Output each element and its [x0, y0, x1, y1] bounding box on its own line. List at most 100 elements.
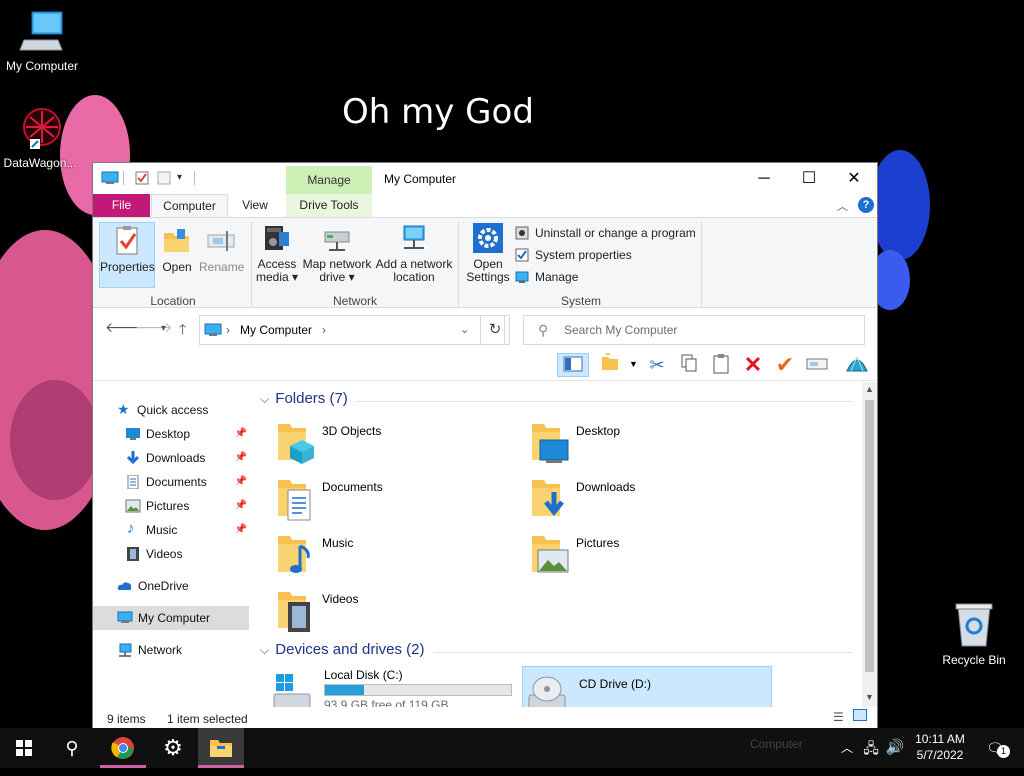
group-header-devices[interactable]: ⌵ Devices and drives (2): [260, 641, 856, 658]
access-media-button[interactable]: Access media ▾: [255, 222, 299, 284]
folder-3d-objects[interactable]: 3D Objects: [276, 420, 516, 472]
search-input[interactable]: ⚲ Search My Computer: [523, 315, 865, 345]
cut-button[interactable]: ✂: [645, 353, 669, 377]
nav-network[interactable]: Network: [93, 638, 249, 662]
open-settings-button[interactable]: Open Settings: [463, 222, 513, 284]
nav-label: Videos: [146, 547, 183, 561]
properties-button[interactable]: Properties: [99, 222, 155, 288]
nav-videos[interactable]: Videos: [93, 542, 249, 566]
new-item-button[interactable]: [598, 352, 622, 377]
new-item-dropdown-icon[interactable]: ▼: [629, 359, 638, 369]
scroll-down-icon[interactable]: ▼: [865, 692, 874, 702]
nav-pictures[interactable]: Pictures 📌: [93, 494, 249, 518]
folder-pictures[interactable]: Pictures: [530, 532, 770, 584]
clock-time: 10:11 AM: [915, 732, 965, 746]
add-network-location-button[interactable]: Add a network location: [375, 222, 453, 284]
network-tray-icon[interactable]: 🖧: [860, 728, 882, 768]
forward-button[interactable]: 🡒: [135, 319, 173, 336]
rename-toolbar-button[interactable]: [805, 353, 829, 377]
open-button[interactable]: Open: [159, 222, 195, 274]
minimize-button[interactable]: ─: [741, 163, 787, 194]
qat-customize-icon[interactable]: ▾: [177, 171, 191, 185]
pin-icon[interactable]: 📌: [235, 470, 247, 494]
vertical-scrollbar[interactable]: ▲ ▼: [862, 382, 877, 707]
status-bar: 9 items 1 item selected ☰: [93, 707, 877, 728]
nav-music[interactable]: ♪ Music 📌: [93, 518, 249, 542]
computer-icon: [101, 171, 119, 184]
pin-icon[interactable]: 📌: [235, 518, 247, 542]
desktop-icon-datawagon[interactable]: DataWagon...: [0, 105, 82, 170]
open-settings-label-2: Settings: [466, 270, 510, 284]
action-center-button[interactable]: 🗨 1: [980, 728, 1010, 768]
folder-music[interactable]: Music: [276, 532, 516, 584]
delete-button[interactable]: ✕: [741, 353, 765, 377]
rename-button[interactable]: Rename: [199, 222, 244, 274]
new-folder-icon[interactable]: [157, 171, 171, 185]
folder-downloads[interactable]: Downloads: [530, 476, 770, 528]
open-folder-icon: [164, 229, 189, 252]
scroll-up-icon[interactable]: ▲: [865, 384, 874, 394]
breadcrumb-my-computer[interactable]: My Computer: [240, 323, 312, 337]
wallpaper-pink-shape-3: [10, 380, 100, 500]
help-icon[interactable]: ?: [858, 197, 874, 213]
search-button[interactable]: ⚲: [48, 728, 96, 768]
group-label-system: System: [560, 294, 601, 308]
drive-label: Local Disk (C:): [324, 668, 403, 682]
folder-desktop[interactable]: Desktop: [530, 420, 770, 472]
start-button[interactable]: [0, 728, 48, 768]
preview-pane-button[interactable]: [557, 353, 589, 377]
desktop-icon-recycle-bin[interactable]: Recycle Bin: [932, 602, 1016, 667]
map-network-drive-button[interactable]: Map network drive ▾: [301, 222, 373, 284]
tab-view[interactable]: View: [230, 194, 280, 217]
group-divider: [434, 652, 852, 653]
folder-documents[interactable]: Documents: [276, 476, 516, 528]
nav-downloads[interactable]: Downloads 📌: [93, 446, 249, 470]
folder-downloads-icon: [532, 480, 564, 517]
system-properties-button[interactable]: System properties: [515, 245, 632, 265]
paste-button[interactable]: [709, 353, 733, 377]
collapse-ribbon-icon[interactable]: ︿: [837, 198, 848, 214]
nav-documents[interactable]: Documents 📌: [93, 470, 249, 494]
close-button[interactable]: ✕: [831, 163, 877, 194]
nav-onedrive[interactable]: OneDrive: [93, 574, 249, 598]
uninstall-program-button[interactable]: Uninstall or change a program: [515, 223, 696, 243]
drive-cd-d[interactable]: CD Drive (D:): [522, 666, 772, 707]
address-bar[interactable]: › My Computer › ⌄: [199, 315, 505, 345]
context-tab-manage[interactable]: Manage: [286, 166, 372, 194]
pin-icon[interactable]: 📌: [235, 422, 247, 446]
shell-icon-button[interactable]: [845, 353, 869, 377]
scroll-thumb[interactable]: [865, 400, 874, 672]
star-icon: ★: [117, 401, 130, 417]
nav-quick-access[interactable]: ★ Quick access: [93, 398, 249, 422]
refresh-button[interactable]: ↻: [480, 315, 510, 345]
drive-free-space: 93.9 GB free of 119 GB: [324, 698, 449, 707]
nav-desktop[interactable]: Desktop 📌: [93, 422, 249, 446]
tab-file[interactable]: File: [93, 194, 150, 217]
group-header-folders[interactable]: ⌵ Folders (7): [260, 390, 856, 407]
up-button[interactable]: 🡑: [179, 319, 186, 343]
properties-check-icon[interactable]: [135, 171, 149, 185]
chrome-taskbar-button[interactable]: [100, 728, 146, 768]
volume-tray-icon[interactable]: 🔊: [884, 728, 906, 768]
maximize-button[interactable]: ☐: [786, 163, 832, 194]
manage-button[interactable]: Manage: [515, 267, 578, 287]
drive-local-disk-c[interactable]: Local Disk (C:) 93.9 GB free of 119 GB: [272, 666, 516, 707]
show-hidden-icons-button[interactable]: ︿: [838, 728, 856, 768]
properties-check-button[interactable]: ✔: [773, 353, 797, 377]
tab-computer[interactable]: Computer: [151, 194, 228, 218]
file-explorer-taskbar-button[interactable]: [198, 728, 244, 768]
folder-videos[interactable]: Videos: [276, 588, 516, 640]
tab-drive-tools[interactable]: Drive Tools: [286, 194, 372, 217]
system-properties-icon: [515, 248, 529, 262]
settings-taskbar-button[interactable]: ⚙: [150, 728, 196, 768]
copy-button[interactable]: [677, 353, 701, 377]
large-icons-view-icon[interactable]: [853, 709, 867, 721]
recent-locations-icon[interactable]: ▾: [161, 323, 166, 334]
address-dropdown-icon[interactable]: ⌄: [460, 323, 469, 336]
pin-icon[interactable]: 📌: [235, 494, 247, 518]
pin-icon[interactable]: 📌: [235, 446, 247, 470]
nav-my-computer[interactable]: My Computer: [93, 606, 249, 630]
clock[interactable]: 10:11 AM 5/7/2022: [906, 731, 974, 763]
details-view-icon[interactable]: ☰: [833, 710, 844, 724]
desktop-icon-my-computer[interactable]: My Computer: [0, 10, 84, 73]
